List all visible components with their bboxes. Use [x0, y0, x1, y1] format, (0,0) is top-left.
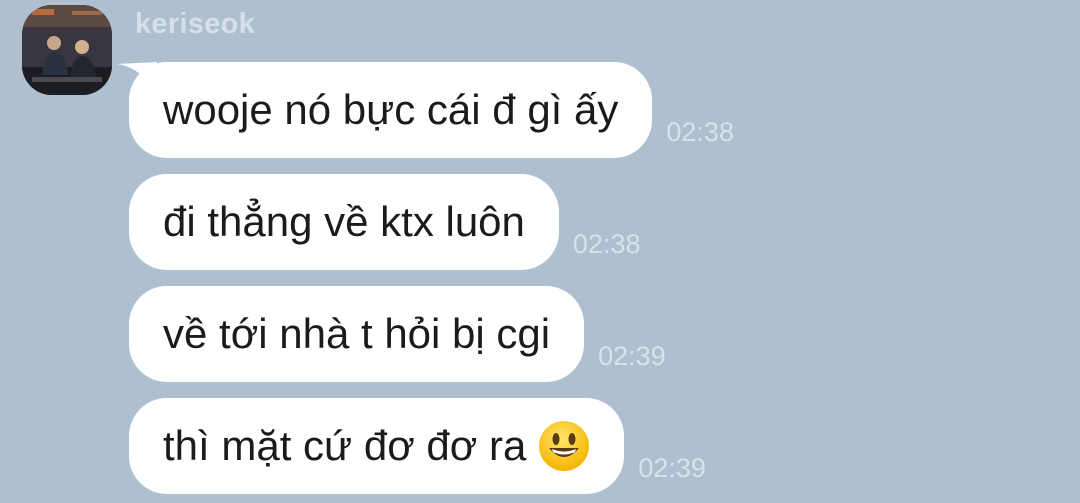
message-row: đi thẳng về ktx luôn 02:38: [129, 174, 640, 270]
message-bubble[interactable]: thì mặt cứ đơ đơ ra: [129, 398, 625, 494]
message-row: wooje nó bực cái đ gì ấy 02:38: [117, 62, 734, 158]
avatar-photo-icon: [22, 5, 112, 95]
message-text: wooje nó bực cái đ gì ấy: [163, 86, 619, 133]
message-text: về tới nhà t hỏi bị cgi: [163, 310, 551, 357]
message-time: 02:38: [572, 229, 641, 259]
message-text: đi thẳng về ktx luôn: [163, 198, 525, 245]
message-row: về tới nhà t hỏi bị cgi 02:39: [129, 286, 666, 382]
message-bubble[interactable]: đi thẳng về ktx luôn: [129, 174, 559, 270]
bubble-tail-icon: [117, 62, 157, 90]
smiling-face-emoji-icon: [539, 421, 590, 471]
sender-avatar[interactable]: [22, 5, 112, 95]
message-row: thì mặt cứ đơ đơ ra 02:39: [129, 398, 706, 494]
sender-name: keriseok: [135, 8, 256, 40]
message-time: 02:39: [638, 453, 706, 483]
message-bubble[interactable]: wooje nó bực cái đ gì ấy: [117, 62, 653, 158]
message-time: 02:39: [598, 341, 666, 371]
message-text: thì mặt cứ đơ đơ ra: [163, 422, 527, 469]
message-time: 02:38: [666, 117, 734, 147]
message-bubble[interactable]: về tới nhà t hỏi bị cgi: [129, 286, 585, 382]
